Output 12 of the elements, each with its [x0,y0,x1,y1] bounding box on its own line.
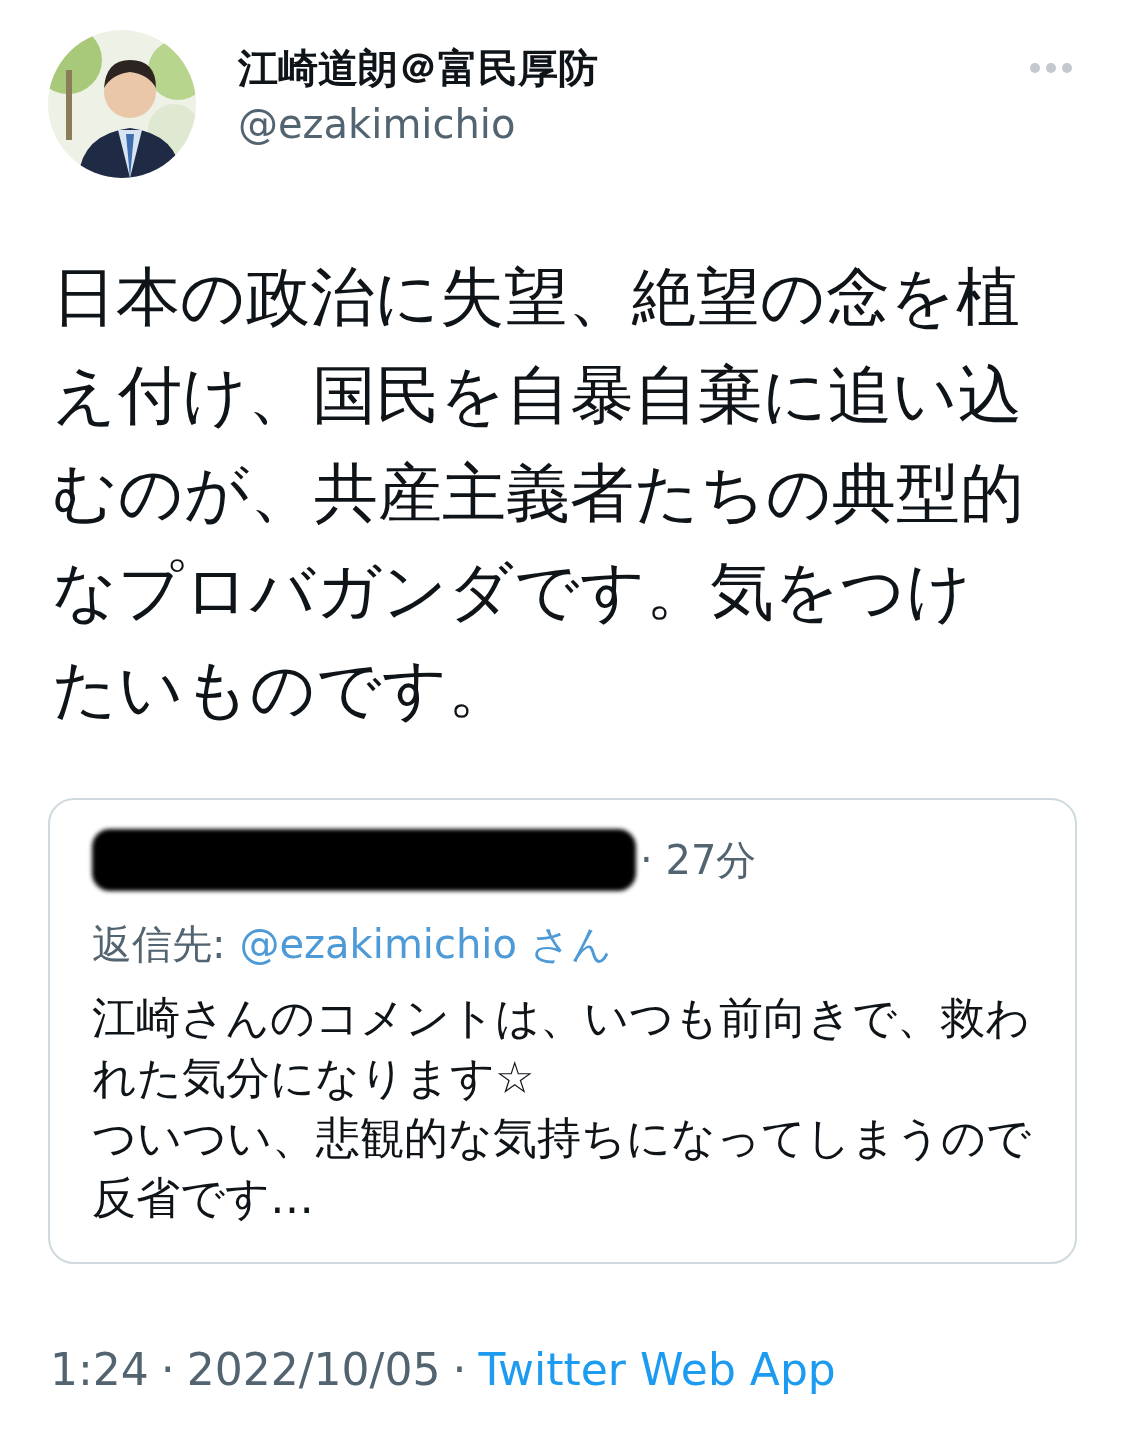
separator: · [452,1344,467,1395]
quoted-tweet-card[interactable]: · 27分 返信先: @ezakimichio さん 江崎さんのコメントは、いつも前向きで、救われた気分になります☆ ついつい、悲観的な気持ちになってしまうので反省です… [48,798,1077,1264]
quoted-text: 江崎さんのコメントは、いつも前向きで、救われた気分になります☆ ついつい、悲観的な気持ちになってしまうので反省です… [92,991,1032,1225]
more-icon[interactable] [1029,62,1073,74]
username[interactable]: @ezakimichio [238,94,1029,154]
tweet-text: 日本の政治に失望、絶望の念を植え付け、国民を自暴自棄に追い込むのが、共産主義者たちの典型的なプロバガンダです。気をつけたいものです。 [52,259,1025,728]
tweet-time: · 27分 [640,835,757,885]
display-name[interactable]: 江崎道朗＠富民厚防 [238,42,1029,94]
tweet-date: 2022/10/05 [186,1344,441,1395]
reply-label: 返信先: [92,920,226,969]
tweet-time: 1:24 [50,1344,149,1395]
separator: · [160,1344,175,1395]
